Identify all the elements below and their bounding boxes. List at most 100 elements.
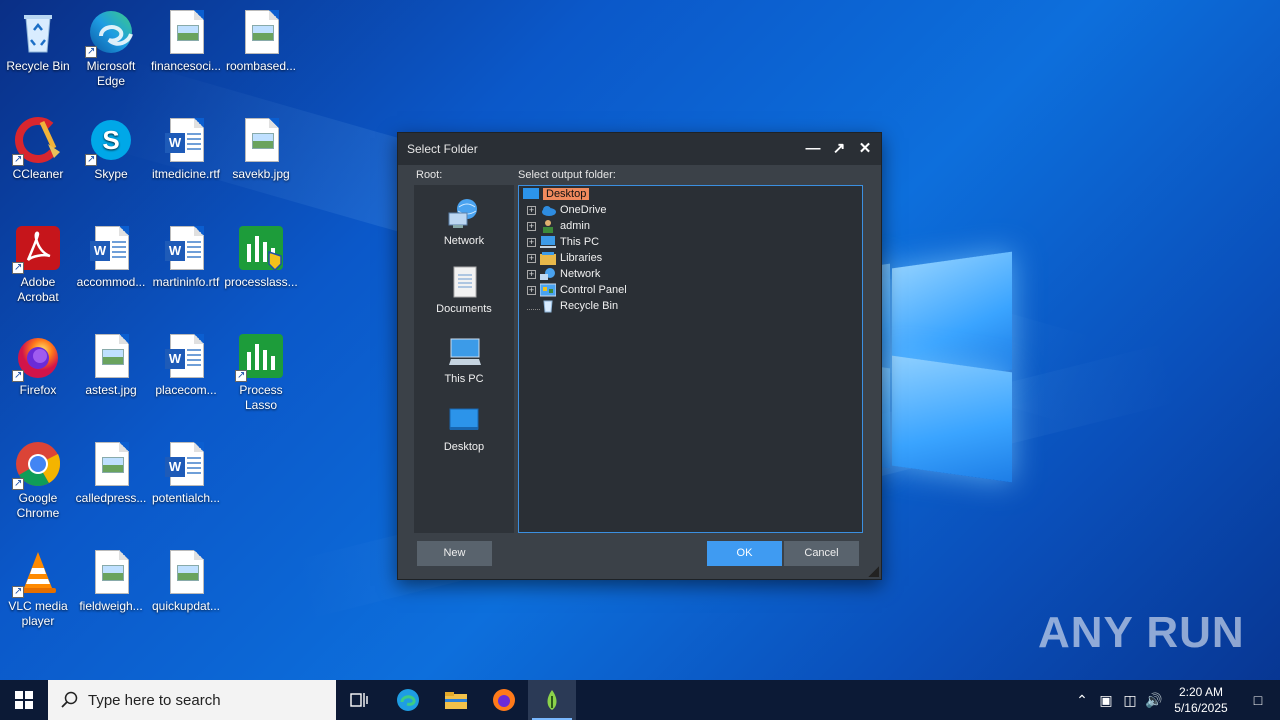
tree-item-libraries[interactable]: + Libraries [527, 250, 602, 266]
tree-item-admin[interactable]: + admin [527, 218, 590, 234]
desktop-icon-potentialch[interactable]: W potentialch... [148, 436, 224, 506]
image-file-icon [162, 8, 210, 56]
root-item-this-pc[interactable]: This PC [414, 335, 514, 385]
tree-item-onedrive[interactable]: + OneDrive [527, 202, 606, 218]
network-status-icon[interactable]: ◫ [1118, 692, 1142, 709]
image-file-icon [87, 440, 135, 488]
volume-icon[interactable]: 🔊 [1142, 692, 1166, 709]
windows-icon [15, 691, 33, 709]
expand-icon[interactable]: + [527, 285, 536, 295]
taskbar-search[interactable]: Type here to search [48, 680, 336, 720]
desktop-icon [447, 403, 481, 437]
maximize-icon[interactable]: ↗ [829, 139, 849, 159]
taskbar-active-app[interactable] [528, 680, 576, 720]
control-panel-icon [539, 283, 557, 297]
word-doc-icon: W [162, 224, 210, 272]
expand-icon[interactable]: + [527, 205, 536, 215]
clock[interactable]: 2:20 AM 5/16/2025 [1166, 684, 1236, 716]
desktop-icon-quickupdat[interactable]: quickupdat... [148, 544, 224, 614]
network-icon [540, 267, 556, 281]
skype-icon: S [85, 116, 135, 167]
image-file-icon [162, 548, 210, 596]
recycle-bin-icon [14, 8, 62, 56]
tree-item-this-pc[interactable]: + This PC [527, 234, 599, 250]
image-file-icon [237, 116, 285, 164]
vlc-icon [12, 548, 62, 599]
cancel-button[interactable]: Cancel [784, 541, 859, 566]
desktop-icon-adobe-acrobat[interactable]: Adobe Acrobat [0, 220, 76, 305]
desktop-icon-google-chrome[interactable]: Google Chrome [0, 436, 76, 521]
desktop-icon-ccleaner[interactable]: CCleaner [0, 112, 76, 182]
desktop-icon-fieldweigh[interactable]: fieldweigh... [73, 544, 149, 614]
user-folder-icon [540, 219, 556, 233]
this-pc-icon [540, 235, 556, 249]
output-folder-label: Select output folder: [518, 169, 616, 181]
select-folder-dialog: Select Folder — ↗ ✕ Root: Select output … [397, 132, 882, 580]
root-item-network[interactable]: Network [414, 197, 514, 247]
recycle-bin-icon [540, 299, 556, 313]
task-view-button[interactable] [336, 680, 384, 720]
desktop-icon-itmedicine[interactable]: W itmedicine.rtf [148, 112, 224, 182]
minimize-icon[interactable]: — [803, 139, 823, 159]
process-lasso-icon [235, 332, 285, 383]
desktop-icon-financesoci[interactable]: financesoci... [148, 4, 224, 74]
taskbar-firefox[interactable] [480, 680, 528, 720]
root-item-documents[interactable]: Documents [414, 265, 514, 315]
taskbar-edge[interactable] [384, 680, 432, 720]
desktop-icon-process-lasso[interactable]: Process Lasso [223, 328, 299, 413]
anyrun-watermark: ANY RUN [1038, 608, 1245, 657]
meet-now-icon[interactable]: ▣ [1094, 692, 1118, 709]
edge-icon [397, 689, 419, 711]
edge-icon [85, 8, 135, 59]
desktop-icon-roombased[interactable]: roombased... [223, 4, 299, 74]
dialog-titlebar[interactable]: Select Folder — ↗ ✕ [398, 133, 881, 165]
desktop-icon-placecom[interactable]: W placecom... [148, 328, 224, 398]
chevron-up-icon[interactable]: ⌃ [1070, 692, 1094, 709]
expand-icon[interactable]: + [527, 269, 536, 279]
word-doc-icon: W [162, 116, 210, 164]
windows-wallpaper-logo [856, 230, 1036, 490]
search-icon [61, 691, 78, 708]
acrobat-icon [12, 224, 62, 275]
desktop-icon-skype[interactable]: S Skype [73, 112, 149, 182]
tree-item-network[interactable]: + Network [527, 266, 600, 282]
expand-icon[interactable]: + [527, 237, 536, 247]
taskbar: Type here to search ⌃ ▣ ◫ 🔊 2:20 AM 5/16… [0, 680, 1280, 720]
desktop-icon-savekb[interactable]: savekb.jpg [223, 112, 299, 182]
expand-icon[interactable]: + [527, 253, 536, 263]
firefox-icon [12, 332, 62, 383]
desktop-icon-recycle-bin[interactable]: Recycle Bin [0, 4, 76, 74]
tree-item-desktop[interactable]: Desktop [523, 186, 590, 202]
search-placeholder: Type here to search [88, 691, 221, 709]
start-button[interactable] [0, 680, 48, 720]
resize-grip-icon[interactable] [867, 565, 879, 577]
desktop-icon-firefox[interactable]: Firefox [0, 328, 76, 398]
onedrive-icon [540, 203, 556, 217]
desktop-icon-microsoft-edge[interactable]: Microsoft Edge [73, 4, 149, 89]
task-view-icon [350, 693, 368, 707]
network-icon [447, 197, 481, 231]
process-lasso-icon [237, 224, 285, 272]
desktop-icon-accommod[interactable]: W accommod... [73, 220, 149, 290]
word-doc-icon: W [162, 440, 210, 488]
root-item-desktop[interactable]: Desktop [414, 403, 514, 453]
desktop-icon-vlc[interactable]: VLC media player [0, 544, 76, 629]
ok-button[interactable]: OK [707, 541, 782, 566]
chrome-icon [12, 440, 62, 491]
close-icon[interactable]: ✕ [855, 139, 875, 159]
taskbar-file-explorer[interactable] [432, 680, 480, 720]
tree-item-recycle-bin[interactable]: Recycle Bin [527, 298, 618, 314]
desktop-icon-processlass[interactable]: processlass... [223, 220, 299, 290]
notification-icon[interactable]: □ [1236, 692, 1280, 708]
libraries-icon [540, 251, 556, 265]
firefox-icon [493, 689, 515, 711]
desktop-icon-astest[interactable]: astest.jpg [73, 328, 149, 398]
new-folder-button[interactable]: New [417, 541, 492, 566]
ccleaner-icon [12, 116, 62, 167]
tree-item-control-panel[interactable]: + Control Panel [527, 282, 627, 298]
desktop-icon-calledpress[interactable]: calledpress... [73, 436, 149, 506]
folder-tree[interactable]: Desktop + OneDrive + admin + This PC + L… [518, 185, 863, 533]
desktop-icon-martininfo[interactable]: W martininfo.rtf [148, 220, 224, 290]
expand-icon[interactable]: + [527, 221, 536, 231]
root-pane: Network Documents This PC Desktop [414, 185, 514, 533]
